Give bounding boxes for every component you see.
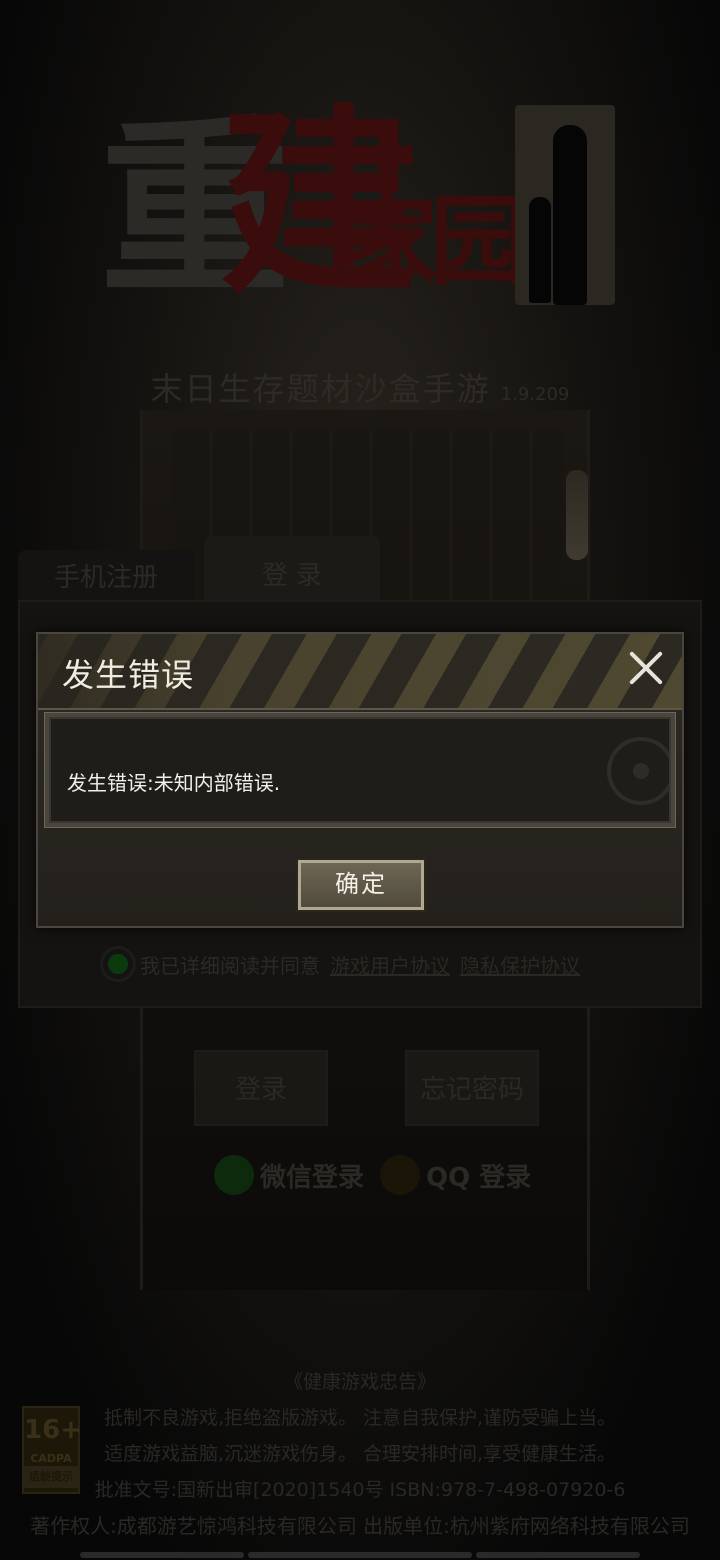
version-label: 1.9.209 [500,384,570,405]
message-box: 发生错误:未知内部错误. [49,717,671,823]
footer-line-1: 抵制不良游戏,拒绝盗版游戏。 注意自我保护,谨防受骗上当。 [103,1407,617,1429]
agreement-row: 我已详细阅读并同意 游戏用户协议 隐私保护协议 [100,942,580,986]
wall-lamp [566,470,588,560]
privacy-agreement-link[interactable]: 隐私保护协议 [460,950,580,979]
qq-login-label: QQ 登录 [426,1162,532,1193]
age-rating-org: CADPA [30,1452,72,1465]
footer-title: 《健康游戏忠告》 [283,1371,436,1393]
agree-checkbox[interactable] [100,946,136,982]
close-icon[interactable] [626,648,666,688]
confirm-button[interactable]: 确定 [296,858,426,912]
subtitle-text: 末日生存题材沙盒手游 [150,370,491,408]
health-advice-footer: 《健康游戏忠告》 抵制不良游戏,拒绝盗版游戏。 注意自我保护,谨防受骗上当。 适… [0,1364,720,1544]
game-logo: 重 建 家园 [100,105,620,335]
age-rating-badge: 16+ CADPA 适龄提示 [22,1406,82,1494]
qq-penguin-icon [380,1155,420,1195]
game-subtitle: 末日生存题材沙盒手游 1.9.209 [0,364,720,410]
checked-dot-icon [108,954,128,974]
agree-text: 我已详细阅读并同意 [140,953,320,978]
user-agreement-link[interactable]: 游戏用户协议 [330,950,450,979]
radiation-icon [607,737,669,805]
error-message: 发生错误:未知内部错误. [67,771,281,795]
logo-char-3: 家园 [340,185,528,299]
age-rating-value: 16+ [24,1415,82,1445]
footer-line-4: 著作权人:成都游艺惊鸿科技有限公司 出版单位:杭州紫府网络科技有限公司 [30,1514,690,1538]
wechat-icon [214,1155,254,1195]
nav-bar-segment [80,1552,244,1558]
home-indicator[interactable] [248,1552,472,1558]
error-dialog: 发生错误 发生错误:未知内部错误. 确定 [36,632,684,928]
qq-login-button[interactable]: QQ 登录 [380,1150,531,1200]
dialog-title: 发生错误 [62,656,195,694]
login-button[interactable]: 登录 [194,1050,328,1126]
tab-login[interactable]: 登 录 [204,536,380,606]
footer-line-3: 批准文号:国新出审[2020]1540号 ISBN:978-7-498-0792… [94,1479,626,1501]
nav-bar-segment [476,1552,640,1558]
footer-line-2: 适度游戏益脑,沉迷游戏伤身。 合理安排时间,享受健康生活。 [103,1443,617,1465]
wechat-login-button[interactable]: 微信登录 [214,1150,364,1200]
age-rating-tip: 适龄提示 [24,1466,78,1488]
logo-silhouette-icon [515,105,615,305]
forgot-password-button[interactable]: 忘记密码 [405,1050,539,1126]
message-frame: 发生错误:未知内部错误. [44,712,676,828]
wechat-login-label: 微信登录 [260,1162,365,1193]
tab-phone-register[interactable]: 手机注册 [18,550,194,606]
